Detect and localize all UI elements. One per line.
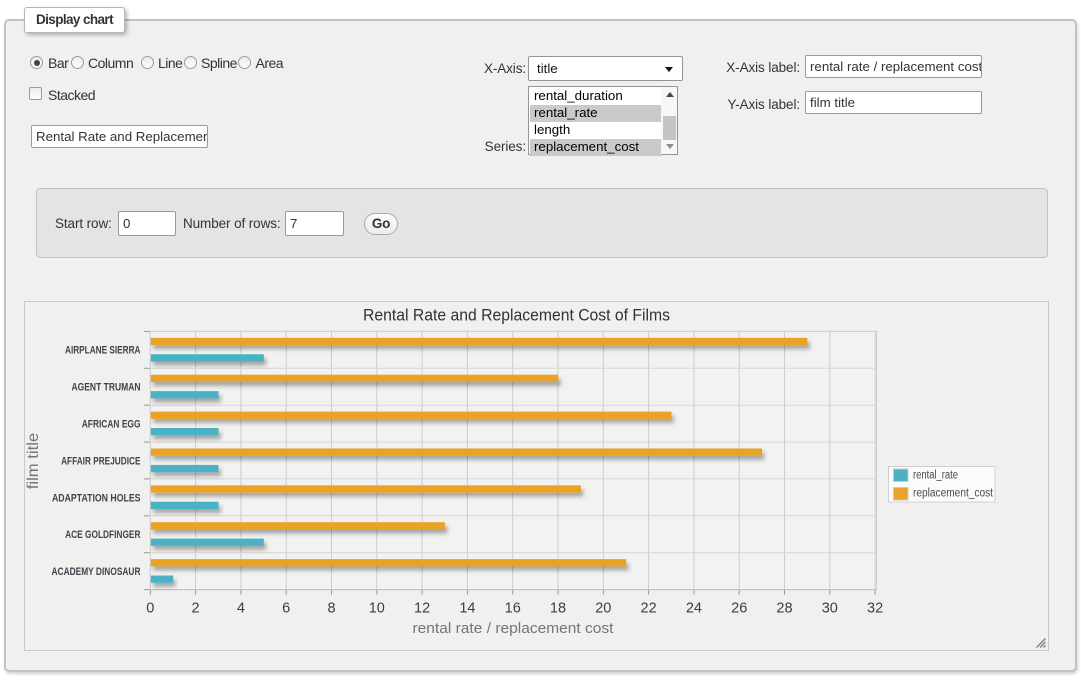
svg-text:rental_rate: rental_rate xyxy=(913,470,958,482)
svg-text:26: 26 xyxy=(731,601,747,617)
svg-text:22: 22 xyxy=(641,601,657,617)
svg-text:ACADEMY DINOSAUR: ACADEMY DINOSAUR xyxy=(52,566,141,578)
svg-text:4: 4 xyxy=(237,601,245,617)
svg-text:0: 0 xyxy=(146,601,154,617)
svg-text:film title: film title xyxy=(25,433,42,490)
svg-text:18: 18 xyxy=(550,601,566,617)
svg-text:30: 30 xyxy=(822,601,838,617)
svg-text:AFRICAN EGG: AFRICAN EGG xyxy=(82,419,141,431)
svg-text:8: 8 xyxy=(327,601,335,617)
svg-text:32: 32 xyxy=(867,601,883,617)
svg-text:2: 2 xyxy=(192,601,200,617)
svg-text:24: 24 xyxy=(686,601,702,617)
svg-text:AGENT TRUMAN: AGENT TRUMAN xyxy=(72,382,141,394)
svg-text:12: 12 xyxy=(414,601,430,617)
svg-text:Rental Rate and Replacement Co: Rental Rate and Replacement Cost of Film… xyxy=(363,306,670,325)
svg-text:AFFAIR PREJUDICE: AFFAIR PREJUDICE xyxy=(61,455,140,467)
svg-text:16: 16 xyxy=(505,601,521,617)
svg-text:replacement_cost: replacement_cost xyxy=(913,488,994,500)
svg-text:6: 6 xyxy=(282,601,290,617)
svg-text:rental rate / replacement cost: rental rate / replacement cost xyxy=(413,620,615,637)
svg-text:10: 10 xyxy=(369,601,385,617)
svg-text:14: 14 xyxy=(459,601,475,617)
svg-text:AIRPLANE SIERRA: AIRPLANE SIERRA xyxy=(65,345,141,357)
svg-text:ADAPTATION HOLES: ADAPTATION HOLES xyxy=(52,492,141,504)
svg-text:ACE GOLDFINGER: ACE GOLDFINGER xyxy=(65,529,141,541)
svg-text:20: 20 xyxy=(595,601,611,617)
svg-text:28: 28 xyxy=(776,601,792,617)
